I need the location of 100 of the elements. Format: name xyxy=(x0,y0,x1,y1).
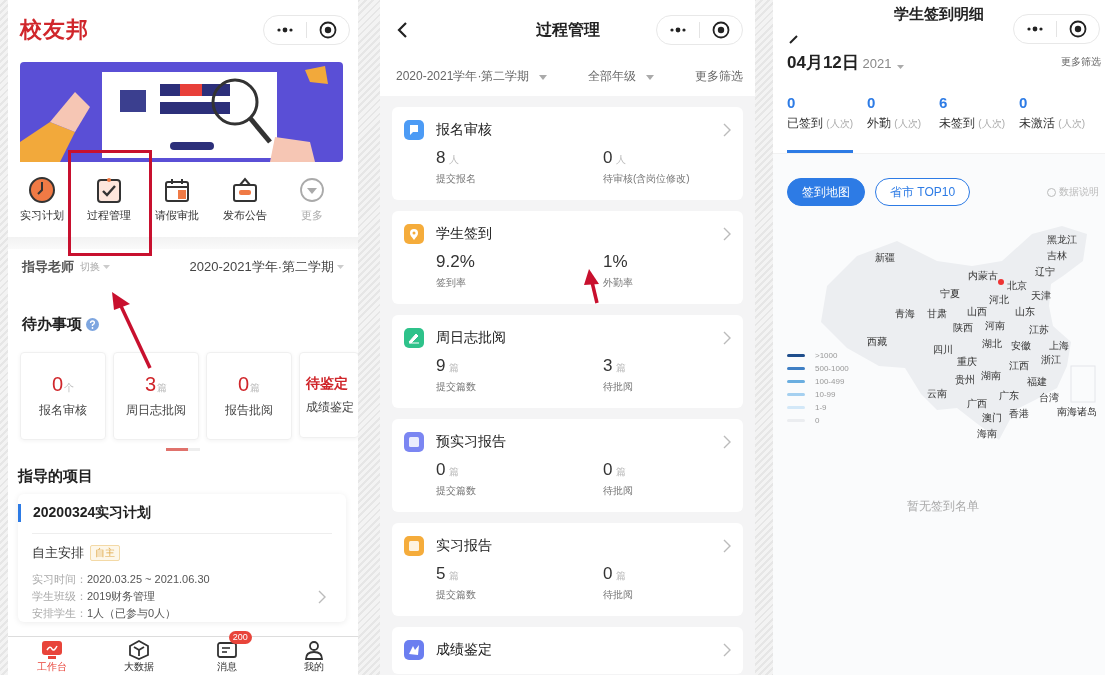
tab[interactable]: 我的 xyxy=(270,637,358,675)
more-filters-link[interactable]: 更多筛选 xyxy=(1061,55,1101,69)
province-label: 吉林 xyxy=(1047,250,1067,262)
caret-down-icon xyxy=(103,265,110,269)
detail-label: 学生班级： xyxy=(32,590,87,602)
province-label: 浙江 xyxy=(1041,354,1061,366)
caret-down-icon xyxy=(337,265,344,269)
signboard-icon xyxy=(230,176,259,204)
stat-tab[interactable]: 0 外勤 (人次) xyxy=(867,94,925,153)
banner-drawing[interactable] xyxy=(20,62,343,162)
view-toggle[interactable]: 省市 TOP10 xyxy=(875,178,971,206)
module-card[interactable]: 实习报告 5 篇 提交篇数 0 篇 待批阅 xyxy=(392,523,743,616)
province-label: 云南 xyxy=(927,388,947,400)
module-card[interactable]: 周日志批阅 9 篇 提交篇数 3 篇 待批阅 xyxy=(392,315,743,408)
section-title: 待办事项 xyxy=(22,315,82,334)
tab[interactable]: 工作台 xyxy=(8,637,96,675)
tab[interactable]: 大数据 xyxy=(95,637,183,675)
monitor-icon xyxy=(40,640,63,660)
province-label: 内蒙古 xyxy=(968,270,998,282)
clock-icon xyxy=(27,176,56,204)
province-label: 四川 xyxy=(933,344,953,356)
role-label: 指导老师 xyxy=(22,258,74,276)
project-card[interactable]: 20200324实习计划 自主安排 自主 实习时间：2020.03.25 ~ 2021.06.30 学生班级：2019财务管理 安排学生：1人（已参与0人） xyxy=(18,494,346,622)
province-label: 陕西 xyxy=(953,322,973,334)
term-selector[interactable]: 2020-2021学年·第二学期 xyxy=(189,258,334,276)
stat-label: 提交篇数 xyxy=(436,484,477,498)
legend-label: 10-99 xyxy=(815,390,836,399)
stat-label: 待批阅 xyxy=(603,380,634,394)
todo-count: 待鉴定 xyxy=(306,374,348,393)
stat-value: 9 篇 xyxy=(436,356,461,376)
chevron-right-icon xyxy=(723,123,731,137)
view-toggle[interactable]: 签到地图 xyxy=(787,178,865,206)
filter-dropdown[interactable]: 更多筛选 xyxy=(695,67,743,85)
detail-value: 2020.03.25 ~ 2021.06.30 xyxy=(87,573,210,585)
app-logo: 校友邦 xyxy=(20,16,89,44)
page-indicator xyxy=(166,448,200,451)
back-icon[interactable] xyxy=(396,21,408,39)
shortcut-item[interactable]: 过程管理 xyxy=(75,176,144,223)
unread-badge: 200 xyxy=(228,631,252,644)
legend-label: 1-9 xyxy=(815,403,827,412)
chevron-right-icon xyxy=(723,643,731,657)
province-label: 贵州 xyxy=(955,374,975,386)
detail-label: 安排学生： xyxy=(32,607,87,619)
filter-dropdown[interactable]: 2020-2021学年·第二学期 xyxy=(396,67,548,85)
province-label: 江西 xyxy=(1009,360,1029,372)
legend-label: 0 xyxy=(815,416,820,425)
cube-icon xyxy=(128,640,151,660)
province-label: 辽宁 xyxy=(1035,266,1055,278)
caret-down-icon xyxy=(646,74,655,80)
todo-label: 报名审核 xyxy=(39,402,87,419)
module-card[interactable]: 成绩鉴定 xyxy=(392,627,743,674)
chevron-right-icon xyxy=(723,227,731,241)
caret-down-icon xyxy=(897,65,905,69)
module-title: 学生签到 xyxy=(436,225,493,243)
province-label: 香港 xyxy=(1009,408,1029,420)
shortcut-item[interactable]: 发布公告 xyxy=(210,176,279,223)
stat-tab[interactable]: 6 未签到 (人次) xyxy=(938,94,1005,153)
todo-card[interactable]: 3篇 周日志批阅 xyxy=(113,352,199,440)
province-label: 重庆 xyxy=(957,356,977,368)
province-label: 上海 xyxy=(1049,340,1069,352)
legend-label: 500-1000 xyxy=(815,364,849,373)
province-label: 安徽 xyxy=(1011,340,1031,352)
todo-label: 成绩鉴定 xyxy=(306,398,354,416)
province-label: 天津 xyxy=(1031,290,1051,302)
stat-value: 5 篇 xyxy=(436,564,461,584)
stat-value: 0 篇 xyxy=(603,460,628,480)
province-label: 甘肃 xyxy=(927,308,947,320)
province-label: 广东 xyxy=(999,390,1019,402)
todo-card[interactable]: 待鉴定 成绩鉴定 xyxy=(299,352,358,438)
legend-label: >1000 xyxy=(815,351,838,360)
province-label: 海南 xyxy=(977,428,997,440)
shortcut-item[interactable]: 实习计划 xyxy=(8,176,76,223)
filter-dropdown[interactable]: 全部年级 xyxy=(588,67,655,85)
stat-value: 1% xyxy=(603,252,629,272)
date-picker[interactable]: 04月12日 2021 xyxy=(787,50,892,74)
province-label: 北京 xyxy=(1007,280,1027,292)
arrangement-tag: 自主 xyxy=(90,545,120,561)
stat-value: 0 人 xyxy=(603,148,628,168)
stat-value: 0 篇 xyxy=(436,460,461,480)
stat-label: 提交篇数 xyxy=(436,380,477,394)
province-label: 江苏 xyxy=(1029,324,1049,336)
shortcut-item[interactable]: 请假审批 xyxy=(143,176,211,223)
province-label: 河北 xyxy=(989,294,1009,306)
chevron-right-icon xyxy=(318,589,326,604)
module-card[interactable]: 报名审核 8 人 提交报名 0 人 待审核(含岗位修改) xyxy=(392,107,743,200)
stat-value: 3 篇 xyxy=(603,356,628,376)
caret-down-icon xyxy=(539,74,548,80)
province-label: 山西 xyxy=(967,306,987,318)
pencil-icon[interactable] xyxy=(789,34,799,44)
todo-card[interactable]: 0篇 报告批阅 xyxy=(206,352,292,440)
province-label: 福建 xyxy=(1027,376,1047,388)
module-card[interactable]: 学生签到 9.2% 签到率 1% 外勤率 xyxy=(392,211,743,304)
stat-tab[interactable]: 0 未激活 (人次) xyxy=(1019,94,1085,153)
module-card[interactable]: 预实习报告 0 篇 提交篇数 0 篇 待批阅 xyxy=(392,419,743,512)
stat-label: 待批阅 xyxy=(603,484,634,498)
detail-value: 2019财务管理 xyxy=(87,590,156,602)
chevron-down-icon xyxy=(298,176,327,204)
project-title: 20200324实习计划 xyxy=(18,504,332,522)
empty-message: 暂无签到名单 xyxy=(907,498,979,515)
page-title: 过程管理 xyxy=(535,19,600,40)
